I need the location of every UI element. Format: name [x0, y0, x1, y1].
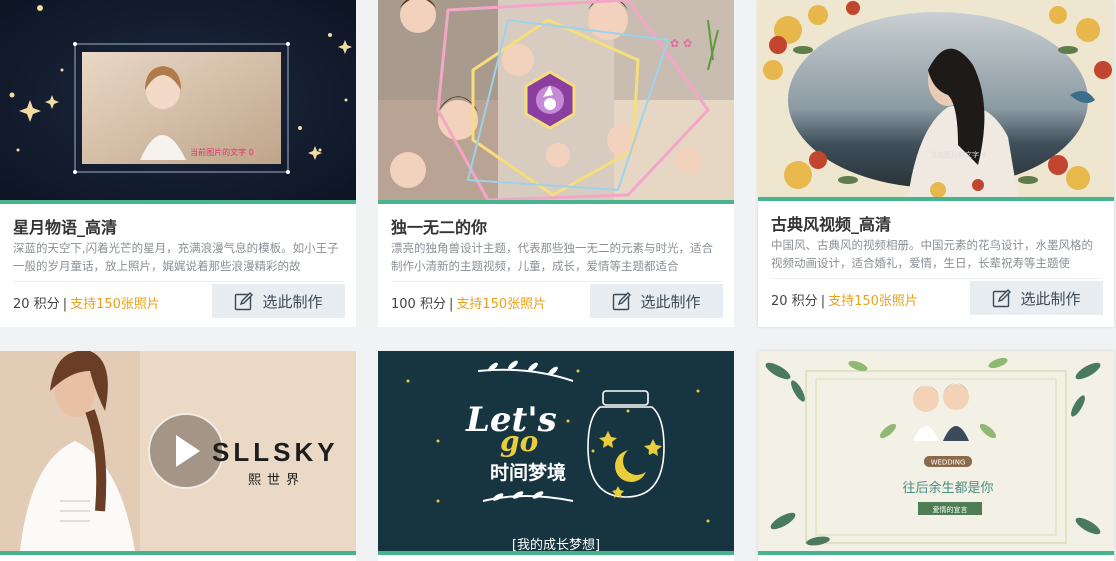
divider — [391, 281, 721, 282]
brand-sub-text: 熙世界 — [248, 473, 305, 488]
select-make-button[interactable]: 选此制作 — [970, 281, 1103, 315]
thumbnail-unicorn-collage[interactable]: ✿ ✿ — [378, 0, 734, 200]
photo-support-label: 支持150张照片 — [70, 297, 160, 312]
accent-bar — [0, 200, 356, 204]
select-make-button[interactable]: 选此制作 — [590, 284, 723, 318]
points-label: 20 积分 — [13, 297, 60, 312]
divider — [13, 281, 343, 282]
accent-bar — [758, 551, 1114, 555]
thumbnail-caption: 当前图片的文字 4 — [930, 150, 986, 159]
template-description: 中国风、古典风的视频相册。中国元素的花鸟设计，水墨风格的视频动画设计，适合婚礼，… — [771, 238, 1093, 270]
template-meta: 100 积分 | 支持150张照片 — [391, 293, 546, 312]
points-label: 20 积分 — [771, 294, 818, 309]
thumbnail-starry-moon[interactable]: 当前图片的文字 0 — [0, 0, 356, 200]
separator: | — [62, 297, 68, 312]
template-card-time-dream[interactable]: Let's go 时间梦境 [我的成长梦想] — [378, 351, 734, 561]
accent-bar — [758, 197, 1114, 201]
edit-icon — [613, 292, 632, 311]
points-label: 100 积分 — [391, 297, 446, 312]
photo-support-label: 支持150张照片 — [456, 297, 547, 312]
thumbnail-fashion-video[interactable]: SLLSKY 熙世界 — [0, 351, 356, 551]
template-card-xingyue[interactable]: 当前图片的文字 0 星月物语_高清 深蓝的天空下,闪着光芒的星月，充满浪漫气息的… — [0, 0, 356, 327]
accent-bar — [0, 551, 356, 555]
accent-bar — [378, 551, 734, 555]
thumbnail-wedding[interactable]: WEDDING 往后余生都是你 爱情的宣言 — [758, 351, 1114, 551]
select-make-label: 选此制作 — [640, 292, 701, 311]
svg-text:✿ ✿: ✿ ✿ — [670, 37, 692, 50]
time-dream-title: 时间梦境 — [490, 461, 566, 484]
template-description: 漂亮的独角兽设计主题，代表那些独一无二的元素与时光，适合制作小清新的主题视频，儿… — [391, 241, 713, 273]
photo-support-label: 支持150张照片 — [828, 294, 918, 309]
template-card-sllsky[interactable]: SLLSKY 熙世界 — [0, 351, 356, 561]
wedding-ribbon-text: WEDDING — [931, 459, 966, 467]
separator: | — [448, 297, 454, 312]
template-title[interactable]: 古典风视频_高清 — [771, 211, 891, 235]
edit-icon — [993, 289, 1012, 308]
template-title[interactable]: 星月物语_高清 — [13, 214, 117, 238]
edit-icon — [235, 292, 254, 311]
template-card-wedding[interactable]: WEDDING 往后余生都是你 爱情的宣言 — [758, 351, 1114, 561]
wedding-line: 往后余生都是你 — [902, 480, 993, 496]
go-text: go — [500, 425, 538, 458]
select-make-label: 选此制作 — [262, 292, 323, 311]
select-make-label: 选此制作 — [1020, 289, 1081, 308]
template-description: 深蓝的天空下,闪着光芒的星月，充满浪漫气息的模板。如小王子一般的岁月童话，放上照… — [13, 241, 339, 273]
time-dream-subtitle: [我的成长梦想] — [512, 537, 600, 551]
select-make-button[interactable]: 选此制作 — [212, 284, 345, 318]
template-meta: 20 积分 | 支持150张照片 — [771, 290, 918, 309]
template-meta: 20 积分 | 支持150张照片 — [13, 293, 160, 312]
thumbnail-classical-floral[interactable]: 当前图片的文字 4 — [758, 0, 1114, 197]
accent-bar — [378, 200, 734, 204]
divider — [771, 278, 1101, 279]
brand-logo-text: SLLSKY — [212, 437, 339, 467]
wedding-subtitle: 爱情的宣言 — [933, 505, 968, 514]
template-card-classical[interactable]: 当前图片的文字 4 古典风视频_高清 中国风、古典风的视频相册。中国元素的花鸟设… — [758, 0, 1114, 327]
thumbnail-time-dream[interactable]: Let's go 时间梦境 [我的成长梦想] — [378, 351, 734, 551]
separator: | — [820, 294, 826, 309]
thumbnail-caption: 当前图片的文字 0 — [190, 147, 254, 157]
template-card-unique-you[interactable]: ✿ ✿ 独一无二的你 漂亮的独角兽设计主题，代表那些独一无二的元素与时光，适合制… — [378, 0, 734, 327]
template-title[interactable]: 独一无二的你 — [391, 214, 487, 238]
